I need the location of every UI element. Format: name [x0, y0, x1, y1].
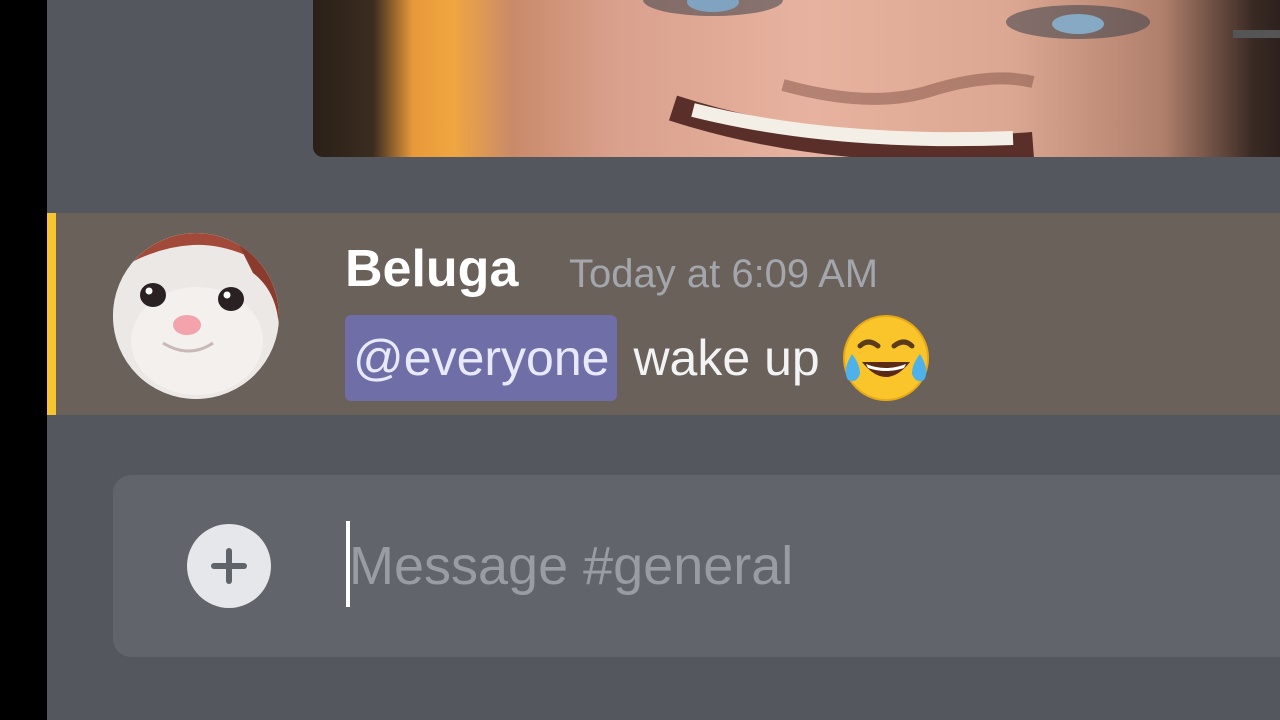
avatar[interactable] — [113, 233, 279, 399]
mention-highlight-bar — [47, 213, 56, 415]
chat-area: Beluga Today at 6:09 AM @everyone wake u… — [47, 0, 1280, 720]
attachment-photo-face — [643, 0, 1280, 157]
text-cursor — [346, 521, 350, 607]
cat-avatar-icon — [113, 233, 279, 399]
message-content: @everyone wake up — [345, 314, 934, 402]
face-with-tears-of-joy-icon[interactable] — [838, 310, 934, 406]
message-input[interactable] — [345, 519, 1249, 613]
message-image-attachment[interactable] — [313, 0, 1280, 157]
everyone-mention[interactable]: @everyone — [345, 315, 618, 401]
message-composer — [113, 475, 1280, 657]
message-text: wake up — [633, 330, 820, 386]
message-username[interactable]: Beluga — [345, 239, 518, 299]
message-row-mention[interactable]: Beluga Today at 6:09 AM @everyone wake u… — [47, 213, 1280, 415]
message-timestamp: Today at 6:09 AM — [569, 252, 879, 296]
plus-icon — [211, 548, 247, 584]
add-attachment-button[interactable] — [187, 524, 271, 608]
screenshot-frame: Beluga Today at 6:09 AM @everyone wake u… — [0, 0, 1280, 720]
